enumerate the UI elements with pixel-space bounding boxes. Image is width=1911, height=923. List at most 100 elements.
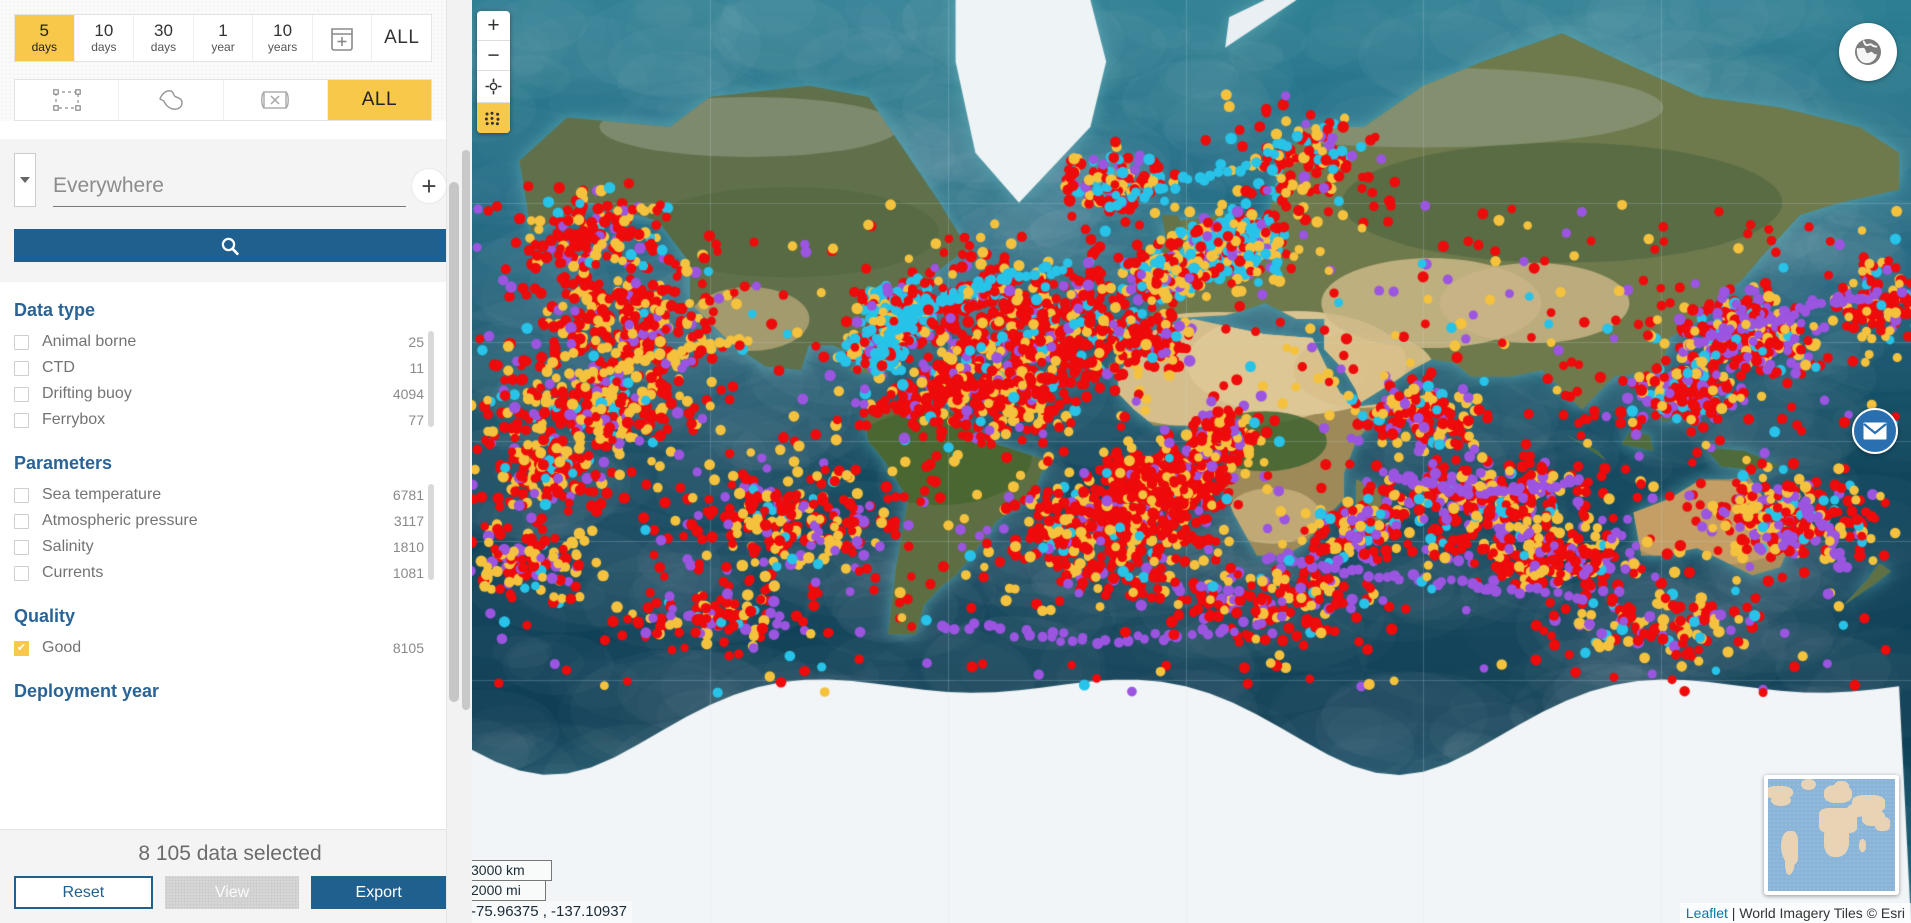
facet-option[interactable]: Atmospheric pressure 3117: [14, 508, 446, 534]
time-range-value: 1: [218, 22, 227, 40]
basemap-switcher-button[interactable]: [1839, 23, 1897, 81]
search-row: +: [14, 157, 446, 207]
checkbox-checked-icon[interactable]: [14, 641, 29, 656]
clear-selection-tool[interactable]: [224, 80, 328, 120]
time-range-unit: year: [211, 40, 234, 54]
checkbox-icon[interactable]: [14, 361, 29, 376]
area-filter-label: ALL: [362, 89, 397, 111]
facet-option[interactable]: Good 8105: [14, 635, 446, 661]
facet-option-count: 3117: [394, 513, 446, 529]
facet-section-title: Quality: [14, 606, 446, 627]
facet-list: Data type Animal borne 25 CTD 11 Drifting buo…: [0, 282, 460, 829]
zoom-in-button[interactable]: +: [477, 11, 510, 41]
time-range-all[interactable]: ALL: [372, 15, 431, 61]
facet-option[interactable]: Salinity 1810: [14, 534, 446, 560]
facet-option-label: Good: [42, 639, 393, 657]
scale-km-label: 3000 km: [466, 860, 552, 881]
search-field-wrap: [53, 167, 406, 207]
scale-bar: 3000 km 2000 mi: [466, 860, 552, 901]
rectangle-select-tool[interactable]: [15, 80, 119, 120]
checkbox-icon[interactable]: [14, 540, 29, 555]
time-range-30-days[interactable]: 30 days: [134, 15, 194, 61]
checkbox-icon[interactable]: [14, 566, 29, 581]
area-selection-toolbar[interactable]: ALL: [14, 79, 432, 121]
minimap-landmass: [1801, 779, 1816, 790]
freehand-draw-icon: [156, 88, 186, 112]
time-range-value: 30: [154, 22, 173, 40]
time-range-unit: days: [32, 40, 57, 54]
checkbox-icon[interactable]: [14, 488, 29, 503]
checkbox-icon[interactable]: [14, 413, 29, 428]
sidebar-scrollbar[interactable]: [446, 0, 460, 923]
time-range-5-days[interactable]: 5 days: [15, 15, 75, 61]
time-range-value: 10: [273, 22, 292, 40]
facet-option[interactable]: Animal borne 25: [14, 329, 446, 355]
add-location-button[interactable]: +: [412, 169, 446, 203]
facet-group: Sea temperature 6781 Atmospheric pressure 3…: [14, 482, 446, 586]
sidebar-scrollbar-thumb[interactable]: [449, 182, 459, 702]
calendar-plus-icon: [330, 25, 354, 51]
minimap-landmass: [1771, 795, 1791, 806]
search-input[interactable]: [53, 167, 406, 205]
map-tile-layer: [460, 0, 1911, 923]
grid-toggle-button[interactable]: [477, 103, 510, 133]
contact-button[interactable]: [1852, 408, 1898, 454]
zoom-control: + −: [477, 11, 510, 133]
time-range-10-days[interactable]: 10 days: [75, 15, 135, 61]
minimap-landmass: [1824, 826, 1849, 857]
search-icon: [220, 236, 240, 256]
locate-button[interactable]: [477, 71, 510, 103]
reset-button[interactable]: Reset: [14, 876, 153, 909]
zoom-out-button[interactable]: −: [477, 41, 510, 71]
facet-option-count: 8105: [393, 640, 446, 656]
checkbox-icon[interactable]: [14, 514, 29, 529]
view-button[interactable]: View: [165, 876, 300, 909]
facet-option[interactable]: CTD 11: [14, 355, 446, 381]
time-range-1-year[interactable]: 1 year: [194, 15, 254, 61]
time-range-unit: days: [91, 40, 116, 54]
map-left-scrollbar-thumb[interactable]: [462, 150, 470, 710]
area-filter-all[interactable]: ALL: [328, 80, 431, 120]
export-button[interactable]: Export: [311, 876, 446, 909]
minimap-canvas: [1768, 779, 1895, 891]
facet-option-count: 1081: [393, 565, 446, 581]
time-range-unit: days: [151, 40, 176, 54]
rectangle-select-icon: [53, 89, 81, 111]
custom-date-range-button[interactable]: [313, 15, 373, 61]
search-submit-button[interactable]: [14, 229, 446, 262]
action-button-row: Reset View Export: [14, 876, 446, 909]
search-scope-dropdown[interactable]: [14, 153, 36, 207]
grid-points-icon: [484, 111, 503, 126]
facet-group-scrollbar[interactable]: [428, 484, 434, 580]
facet-option-label: Drifting buoy: [42, 385, 393, 403]
time-range-value: 10: [94, 22, 113, 40]
time-range-unit: years: [268, 40, 297, 54]
freehand-draw-tool[interactable]: [119, 80, 223, 120]
minimap-landmass: [1785, 848, 1795, 875]
map-view[interactable]: + − 3000 km 2000 mi -75.96375 , -137.109…: [460, 0, 1911, 923]
facet-option[interactable]: Drifting buoy 4094: [14, 381, 446, 407]
time-range-selector[interactable]: 5 days 10 days 30 days 1 year 10 years ALL: [14, 14, 432, 62]
globe-icon: [1851, 35, 1885, 69]
map-left-scrollbar[interactable]: [460, 0, 472, 923]
facet-option-label: Animal borne: [42, 333, 408, 351]
facet-option-label: Sea temperature: [42, 486, 393, 504]
facet-section-title: Data type: [14, 300, 446, 321]
facet-option[interactable]: Sea temperature 6781: [14, 482, 446, 508]
facet-option[interactable]: Ferrybox 77: [14, 407, 446, 433]
time-range-10-years[interactable]: 10 years: [253, 15, 313, 61]
scale-mi-label: 2000 mi: [466, 881, 546, 901]
checkbox-icon[interactable]: [14, 335, 29, 350]
facet-group-scrollbar[interactable]: [428, 331, 434, 427]
clear-selection-icon: [260, 89, 290, 111]
selected-count-label: 8 105 data selected: [14, 842, 446, 866]
leaflet-link[interactable]: Leaflet: [1686, 905, 1728, 921]
toolbar-area: 5 days 10 days 30 days 1 year 10 years ALL ALL: [0, 0, 460, 121]
facet-option-label: Salinity: [42, 538, 393, 556]
crosshair-icon: [485, 78, 502, 95]
world-overview-minimap[interactable]: [1764, 775, 1899, 895]
plus-icon: +: [421, 173, 436, 199]
checkbox-icon[interactable]: [14, 387, 29, 402]
facet-option[interactable]: Currents 1081: [14, 560, 446, 586]
facet-option-label: Currents: [42, 564, 393, 582]
